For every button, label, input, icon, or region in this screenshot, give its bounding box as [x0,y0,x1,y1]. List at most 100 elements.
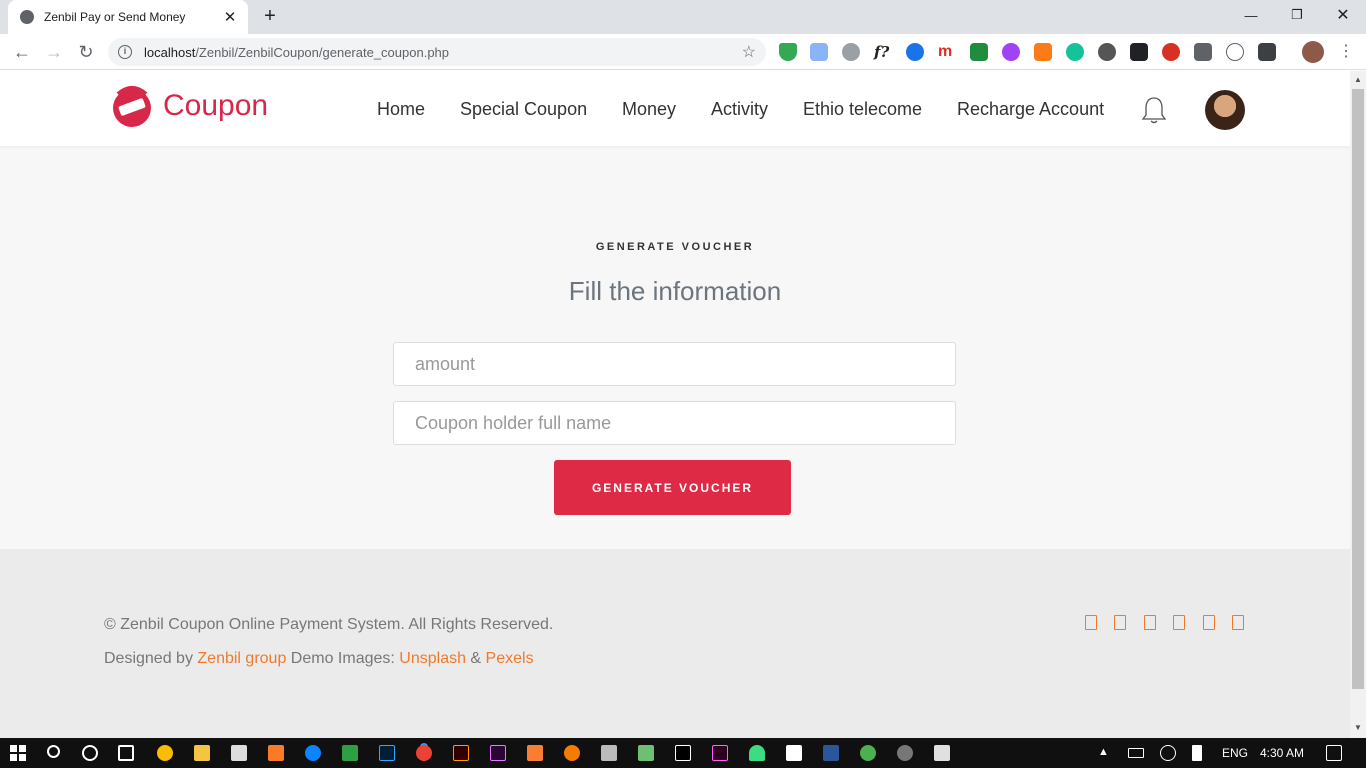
android-icon[interactable] [749,745,765,761]
search-app-icon[interactable] [564,745,580,761]
ball-extension-icon[interactable] [1098,43,1116,61]
social-icon-3[interactable] [1144,615,1156,630]
browser-tab-strip: Zenbil Pay or Send Money ✕ + — ❐ ✕ [0,0,1366,34]
window-extension-icon[interactable] [810,43,828,61]
cube-extension-icon[interactable] [1258,43,1276,61]
designed-by-label: Designed by [104,650,198,667]
forward-arrow-icon[interactable]: → [42,40,66,64]
minimize-button[interactable]: — [1228,0,1274,30]
file-explorer-icon[interactable] [194,745,210,761]
back-arrow-icon[interactable]: ← [10,40,34,64]
photoshop-icon[interactable] [379,745,395,761]
notifications-icon[interactable] [1326,745,1342,761]
amount-input[interactable] [393,342,956,386]
ip-extension-icon[interactable] [842,43,860,61]
nav-activity[interactable]: Activity [711,99,768,120]
demo-images-label: Demo Images: [286,650,400,667]
generate-voucher-button[interactable]: GENERATE VOUCHER [554,460,791,515]
site-info-icon[interactable]: i [118,45,132,59]
nav-recharge-account[interactable]: Recharge Account [957,99,1104,120]
app-icon-4[interactable] [860,745,876,761]
app-icon-1[interactable] [157,745,173,761]
orange-extension-icon[interactable] [1034,43,1052,61]
xampp-icon[interactable] [268,745,284,761]
coupon-logo-icon[interactable] [110,84,154,128]
clock[interactable]: 4:30 AM [1260,746,1304,760]
bell-icon[interactable] [1141,95,1167,125]
windows-start-icon[interactable] [10,745,26,761]
social-icon-4[interactable] [1173,615,1185,630]
scroll-down-icon[interactable]: ▼ [1354,723,1362,732]
site-footer: © Zenbil Coupon Online Payment System. A… [0,549,1350,738]
menu-dots-icon[interactable]: ⋮ [1334,40,1358,64]
coupon-holder-name-input[interactable] [393,401,956,445]
app-icon-3[interactable] [638,745,654,761]
section-eyebrow: GENERATE VOUCHER [595,241,755,253]
app-icon-2[interactable] [527,745,543,761]
scrollbar-thumb[interactable] [1352,89,1364,689]
speaker-muted-icon[interactable] [1192,745,1202,761]
search-icon[interactable] [47,745,60,758]
edge-icon[interactable] [305,745,321,761]
user-avatar[interactable] [1205,90,1245,130]
unsplash-link[interactable]: Unsplash [399,650,466,667]
brand-name[interactable]: Coupon [163,89,268,123]
reload-icon[interactable]: ↻ [74,40,98,64]
page-content: Coupon Home Special Coupon Money Activit… [0,71,1350,738]
social-icon-5[interactable] [1203,615,1215,630]
premiere-icon[interactable] [490,745,506,761]
chevron-up-icon[interactable]: ▲ [1098,746,1109,758]
nav-ethio-telecome[interactable]: Ethio telecome [803,99,922,120]
language-indicator[interactable]: ENG [1222,746,1248,760]
social-icon-6[interactable] [1232,615,1244,630]
app-icon-5[interactable] [897,745,913,761]
bookmark-star-icon[interactable]: ☆ [742,42,756,62]
xd-icon[interactable] [712,745,728,761]
ampersand: & [465,650,486,667]
word-icon[interactable] [823,745,839,761]
at-extension-icon[interactable] [906,43,924,61]
new-tab-button[interactable]: + [260,5,280,28]
pexels-link[interactable]: Pexels [486,650,534,667]
nav-home[interactable]: Home [377,99,425,120]
chrome-icon[interactable] [416,745,432,761]
illustrator-icon[interactable] [453,745,469,761]
restore-button[interactable]: ❐ [1274,0,1320,30]
task-view-icon[interactable] [118,745,134,761]
tab-close-button[interactable]: ✕ [222,8,238,26]
database-icon[interactable] [601,745,617,761]
mail-icon[interactable] [231,745,247,761]
m-extension-icon[interactable]: m [938,43,956,61]
url-text[interactable]: localhost/Zenbil/ZenbilCoupon/generate_c… [144,45,742,60]
list-extension-icon[interactable] [1194,43,1212,61]
nav-money[interactable]: Money [622,99,676,120]
flag-extension-icon[interactable] [970,43,988,61]
url-path: /Zenbil/ZenbilCoupon/generate_coupon.php [195,44,450,60]
circle-extension-icon[interactable] [1226,43,1244,61]
cortana-icon[interactable] [82,745,98,761]
intellij-icon[interactable] [675,745,691,761]
shield-extension-icon[interactable] [779,43,797,61]
scroll-up-icon[interactable]: ▲ [1354,75,1362,84]
browser-tab[interactable]: Zenbil Pay or Send Money ✕ [8,0,248,34]
tab-title: Zenbil Pay or Send Money [44,10,186,24]
font-extension-icon[interactable]: f? [874,43,892,61]
badge-extension-icon[interactable] [1130,43,1148,61]
page-scrollbar[interactable]: ▲ ▼ [1350,71,1366,738]
address-bar[interactable]: i localhost/Zenbil/ZenbilCoupon/generate… [108,38,766,66]
phpstorm-icon[interactable] [786,745,802,761]
nav-special-coupon[interactable]: Special Coupon [460,99,587,120]
copyright-text: © Zenbil Coupon Online Payment System. A… [104,616,554,633]
red-extension-icon[interactable] [1162,43,1180,61]
social-icon-1[interactable] [1085,615,1097,630]
window-close-button[interactable]: ✕ [1320,0,1366,30]
store-icon[interactable] [342,745,358,761]
grammarly-icon[interactable] [1066,43,1084,61]
designer-link[interactable]: Zenbil group [197,650,286,667]
purple-extension-icon[interactable] [1002,43,1020,61]
app-icon-6[interactable] [934,745,950,761]
profile-avatar[interactable] [1302,41,1324,63]
battery-icon[interactable] [1128,748,1144,758]
social-icon-2[interactable] [1114,615,1126,630]
network-globe-icon[interactable] [1160,745,1176,761]
